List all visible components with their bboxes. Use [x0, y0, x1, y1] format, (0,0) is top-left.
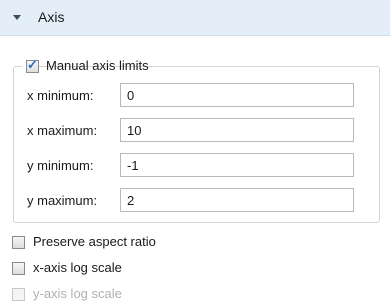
y-maximum-label: y maximum:	[27, 193, 98, 208]
x-maximum-label: x maximum:	[27, 123, 98, 138]
checkmark-icon: ✓	[27, 57, 38, 72]
y-axis-log-scale-checkbox	[12, 288, 25, 301]
y-minimum-input[interactable]	[120, 153, 354, 177]
manual-axis-limits-checkbox[interactable]: ✓	[26, 57, 39, 73]
x-maximum-input[interactable]	[120, 118, 354, 142]
section-title: Axis	[38, 9, 65, 25]
axis-section-header[interactable]: Axis	[0, 0, 390, 36]
x-axis-log-scale-label: x-axis log scale	[33, 260, 122, 275]
x-axis-log-scale-checkbox[interactable]	[12, 262, 25, 275]
manual-axis-limits-toggle[interactable]: ✓ Manual axis limits	[22, 56, 149, 76]
y-axis-log-scale-label: y-axis log scale	[33, 286, 122, 301]
manual-axis-limits-label: Manual axis limits	[46, 58, 149, 73]
x-minimum-label: x minimum:	[27, 88, 94, 103]
preserve-aspect-ratio-label: Preserve aspect ratio	[33, 234, 156, 249]
collapse-caret-icon[interactable]	[13, 15, 21, 20]
y-minimum-label: y minimum:	[27, 158, 94, 173]
preserve-aspect-ratio-checkbox[interactable]	[12, 236, 25, 249]
x-minimum-input[interactable]	[120, 83, 354, 107]
y-maximum-input[interactable]	[120, 188, 354, 212]
